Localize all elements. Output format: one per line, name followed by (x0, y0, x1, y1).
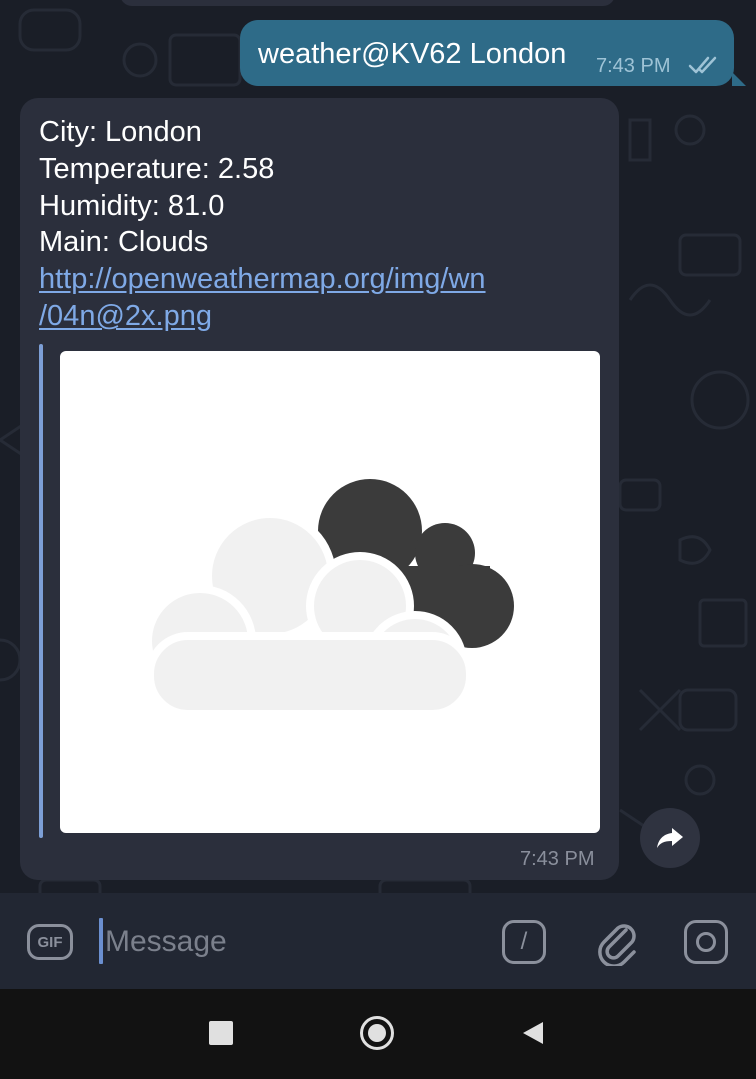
gif-button[interactable]: GIF (27, 924, 73, 960)
outgoing-message-time: 7:43 PM (596, 55, 671, 77)
previous-message-bubble (120, 0, 615, 6)
incoming-message-bubble[interactable]: City: London Temperature: 2.58 Humidity:… (20, 98, 619, 880)
main-line: Main: Clouds (39, 226, 209, 258)
weather-icon-link-continued[interactable]: /04n@2x.png (39, 300, 212, 333)
camera-icon[interactable] (684, 920, 728, 964)
triangle-back-icon[interactable] (521, 1020, 545, 1046)
outgoing-message-text: weather@KV62 London (258, 38, 567, 70)
paperclip-icon[interactable] (596, 918, 640, 966)
forward-button[interactable] (640, 808, 700, 868)
temperature-line: Temperature: 2.58 (39, 153, 275, 185)
broken-clouds-icon (144, 479, 514, 718)
share-arrow-icon (657, 828, 683, 848)
weather-icon-link[interactable]: http://openweathermap.org/img/wn (39, 263, 486, 296)
double-check-icon (688, 56, 717, 74)
city-line: City: London (39, 116, 202, 148)
text-cursor (99, 918, 103, 964)
humidity-line: Humidity: 81.0 (39, 190, 225, 222)
outgoing-message-bubble[interactable]: weather@KV62 London 7:43 PM (240, 20, 746, 86)
square-icon[interactable] (209, 1021, 233, 1045)
message-input[interactable] (105, 918, 485, 966)
link-preview-image[interactable] (60, 351, 600, 833)
link-preview-accent-bar (39, 344, 43, 838)
circle-icon[interactable] (360, 1016, 394, 1050)
incoming-message-time: 7:43 PM (520, 848, 595, 870)
bot-commands-button[interactable]: / (502, 920, 546, 964)
